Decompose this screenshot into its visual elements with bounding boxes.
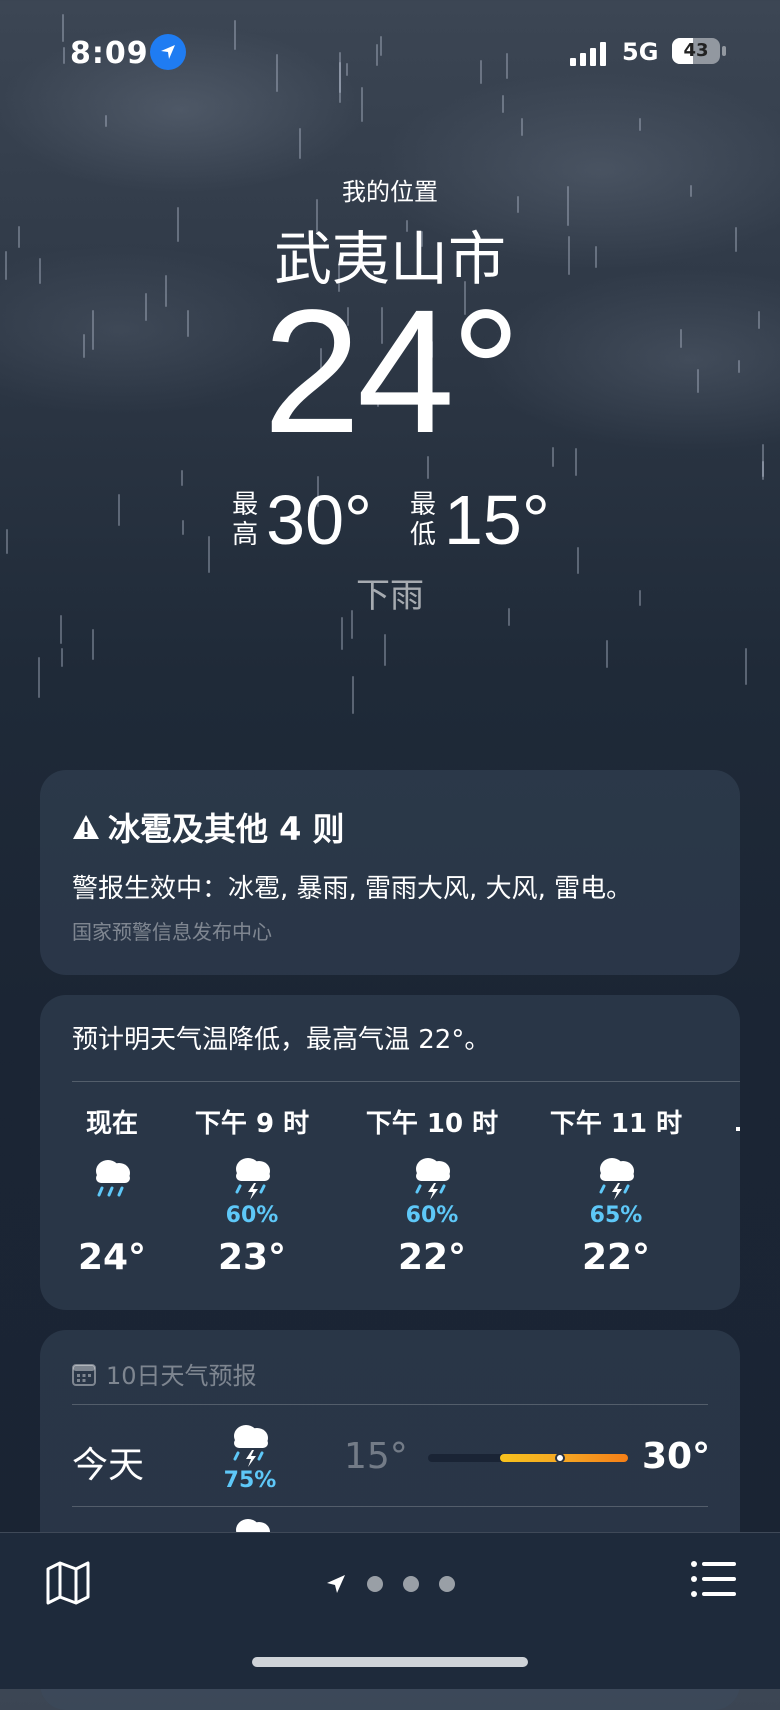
high-low: 最高 30° 最低 15° <box>0 480 780 560</box>
rain-streak <box>105 115 107 127</box>
hour-label: 现在 <box>85 1109 138 1139</box>
warning-icon <box>73 815 99 839</box>
forecast-low: 15° <box>344 1436 408 1477</box>
rain-streak <box>384 634 386 666</box>
alert-title: 冰雹及其他 4 则 <box>108 810 345 848</box>
hour-item: 下午 10 时 60% 22° <box>362 1103 502 1278</box>
alert-source: 国家预警信息发布中心 <box>72 920 272 944</box>
hourly-forecast-card[interactable]: 预计明天气温降低，最高气温 22°。 现在 24° 下午 9 时 60% 23°… <box>40 995 740 1310</box>
battery-level: 43 <box>683 40 709 61</box>
network-type: 5G <box>622 38 659 66</box>
battery-cap <box>722 46 726 56</box>
rain-streak <box>299 128 301 159</box>
hour-label: 下午 9 时 <box>194 1109 310 1139</box>
divider <box>72 1506 708 1507</box>
thunderstorm-icon <box>182 1151 322 1203</box>
temperature-range-bar <box>428 1453 628 1463</box>
rain-icon <box>42 1151 182 1203</box>
hour-precip: 65% <box>589 1203 643 1228</box>
rain-streak <box>38 657 40 698</box>
location-label: 我的位置 <box>342 178 438 206</box>
hour-temp: 22° <box>397 1237 467 1278</box>
status-time: 8:09 <box>70 36 149 71</box>
battery-icon: 43 <box>672 38 720 64</box>
divider <box>72 1081 740 1082</box>
rain-streak <box>639 118 641 131</box>
forecast-header: 10日天气预报 <box>72 1356 257 1391</box>
hour-precip: 60% <box>405 1203 459 1228</box>
hour-item: 下午 9 时 60% 23° <box>182 1103 322 1278</box>
rain-streak <box>361 87 363 122</box>
high-group: 最高 30° <box>230 480 372 560</box>
current-temp-marker <box>555 1453 565 1463</box>
condition-text: 下雨 <box>356 576 424 616</box>
forecast-day: 今天 <box>72 1445 145 1486</box>
location-arrow-icon <box>150 34 186 70</box>
hour-precip <box>42 1203 182 1231</box>
bottom-toolbar <box>0 1532 780 1689</box>
forecast-precip: 75% <box>223 1468 277 1493</box>
page-dot[interactable] <box>403 1576 419 1592</box>
page-indicator[interactable] <box>0 1573 780 1595</box>
rain-streak <box>61 648 63 667</box>
hour-temp: 24° <box>77 1237 147 1278</box>
hour-label: 下午 11 时 <box>549 1109 683 1139</box>
low-temperature: 15° <box>444 481 550 559</box>
forecast-high: 30° <box>642 1436 711 1477</box>
low-group: 最低 15° <box>408 480 550 560</box>
thunderstorm-icon <box>362 1151 502 1203</box>
alert-body: 警报生效中：冰雹, 暴雨, 雷雨大风, 大风, 雷电。 <box>72 874 633 904</box>
low-label: 最低 <box>409 490 436 550</box>
thunderstorm-icon <box>546 1151 686 1203</box>
rain-streak <box>521 118 523 136</box>
forecast-header-label: 10日天气预报 <box>106 1362 257 1390</box>
more-hours-indicator <box>736 1127 740 1131</box>
calendar-icon <box>72 1363 96 1386</box>
thunderstorm-icon: 75% <box>220 1420 280 1493</box>
status-bar: 8:09 5G 43 <box>0 30 780 80</box>
high-label: 最高 <box>232 490 259 550</box>
alert-card[interactable]: 冰雹及其他 4 则 警报生效中：冰雹, 暴雨, 雷雨大风, 大风, 雷电。 国家… <box>40 770 740 975</box>
rain-streak <box>92 629 94 660</box>
current-temperature: 24° <box>262 274 521 470</box>
rain-streak <box>502 95 504 113</box>
hour-item: 下午 11 时 65% 22° <box>546 1103 686 1278</box>
signal-icon <box>570 42 606 66</box>
list-icon[interactable] <box>690 1559 736 1599</box>
rain-streak <box>745 648 747 685</box>
rain-streak <box>606 640 608 668</box>
alert-title-row: 冰雹及其他 4 则 <box>72 804 345 850</box>
hour-label: 下午 10 时 <box>365 1109 499 1139</box>
page-dot[interactable] <box>439 1576 455 1592</box>
divider <box>72 1404 708 1405</box>
rain-streak <box>762 461 764 477</box>
page-dot[interactable] <box>367 1576 383 1592</box>
location-page-icon[interactable] <box>325 1573 347 1595</box>
rain-streak <box>341 617 343 650</box>
hour-precip: 60% <box>225 1203 279 1228</box>
home-indicator[interactable] <box>252 1657 528 1667</box>
hour-temp: 23° <box>217 1237 287 1278</box>
high-temperature: 30° <box>266 481 372 559</box>
hour-item: 现在 24° <box>42 1103 182 1278</box>
rain-streak <box>60 615 62 644</box>
hour-temp: 22° <box>581 1237 651 1278</box>
hourly-summary: 预计明天气温降低，最高气温 22°。 <box>72 1025 491 1055</box>
rain-streak <box>352 676 354 714</box>
